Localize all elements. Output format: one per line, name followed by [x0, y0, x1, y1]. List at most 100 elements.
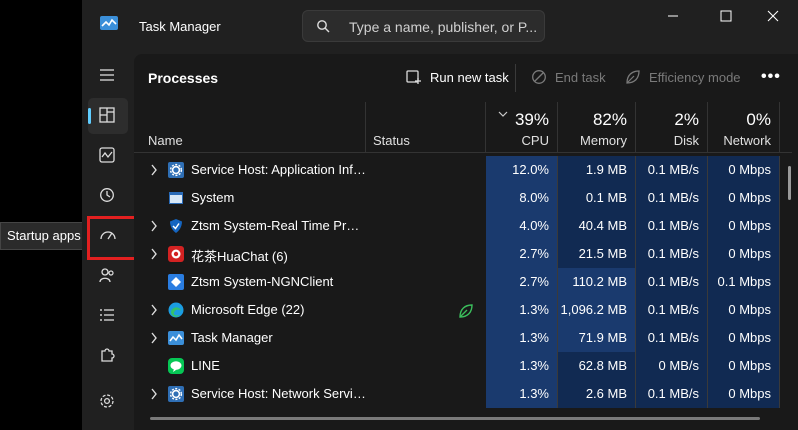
process-name: Microsoft Edge (22)	[191, 302, 305, 317]
column-label-name: Name	[148, 133, 183, 148]
sidebar-item-settings[interactable]	[88, 384, 128, 420]
minimize-button[interactable]	[658, 8, 688, 24]
process-row[interactable]: Service Host: Network Service 1.3% 2.6 MB 0…	[134, 380, 792, 408]
process-row[interactable]: 花茶HuaChat (6) 2.7% 21.5 MB 0.1 MB/s 0 Mbps	[134, 240, 792, 268]
network-cell: 0 Mbps	[708, 212, 780, 240]
diamond-icon	[168, 274, 184, 290]
end-task-label: End task	[555, 70, 606, 85]
search-input[interactable]: Type a name, publisher, or P...	[302, 10, 545, 42]
disk-cell: 0.1 MB/s	[636, 156, 708, 184]
network-cell: 0 Mbps	[708, 240, 780, 268]
performance-icon	[99, 147, 115, 163]
network-cell: 0 Mbps	[708, 296, 780, 324]
search-placeholder: Type a name, publisher, or P...	[349, 19, 538, 35]
disk-percent: 2%	[674, 110, 699, 129]
process-row[interactable]: Ztsm System-Real Time Prote... 4.0% 40.4 M…	[134, 212, 792, 240]
process-row[interactable]: System 8.0% 0.1 MB 0.1 MB/s 0 Mbps	[134, 184, 792, 212]
column-header-memory[interactable]: 82% Memory	[558, 102, 636, 152]
sidebar-item-users[interactable]	[88, 258, 128, 294]
close-button[interactable]	[758, 8, 788, 24]
column-label-status: Status	[373, 133, 410, 148]
column-header-cpu[interactable]: 39% CPU	[486, 102, 558, 152]
memory-cell: 0.1 MB	[558, 184, 636, 212]
expand-chevron-icon[interactable]	[150, 164, 158, 179]
cpu-cell: 1.3%	[486, 352, 558, 380]
cpu-cell: 4.0%	[486, 212, 558, 240]
gear-icon	[168, 386, 184, 402]
column-header-status[interactable]: Status	[366, 102, 486, 152]
cpu-cell: 12.0%	[486, 156, 558, 184]
disk-cell: 0.1 MB/s	[636, 240, 708, 268]
expand-chevron-icon[interactable]	[150, 220, 158, 235]
task-manager-icon	[168, 330, 184, 346]
search-icon	[317, 20, 330, 33]
gear-icon	[168, 162, 184, 178]
process-name: LINE	[191, 358, 220, 373]
startup-apps-tooltip: Startup apps	[0, 222, 82, 250]
disk-cell: 0.1 MB/s	[636, 324, 708, 352]
memory-cell: 21.5 MB	[558, 240, 636, 268]
sidebar-item-processes[interactable]	[88, 98, 128, 134]
expand-chevron-icon[interactable]	[150, 304, 158, 319]
puzzle-icon	[101, 348, 115, 362]
process-row[interactable]: Ztsm System-NGNClient 2.7% 110.2 MB 0.1 MB/…	[134, 268, 792, 296]
sidebar-item-startup-apps[interactable]	[87, 216, 139, 260]
process-row[interactable]: Task Manager 1.3% 71.9 MB 0.1 MB/s 0 Mbps	[134, 324, 792, 352]
column-label-memory: Memory	[580, 133, 627, 148]
window-icon	[168, 190, 184, 206]
network-percent: 0%	[746, 110, 771, 129]
network-cell: 0 Mbps	[708, 352, 780, 380]
efficiency-leaf-icon	[458, 303, 474, 322]
column-header-network[interactable]: 0% Network	[708, 102, 780, 152]
history-icon	[100, 188, 114, 202]
process-name: System	[191, 190, 235, 205]
process-row[interactable]: LINE 1.3% 62.8 MB 0 MB/s 0 Mbps	[134, 352, 792, 380]
end-task-icon	[532, 70, 546, 84]
memory-cell: 71.9 MB	[558, 324, 636, 352]
memory-percent: 82%	[592, 110, 627, 129]
header-divider	[134, 152, 792, 153]
cpu-cell: 2.7%	[486, 268, 558, 296]
process-row[interactable]: Microsoft Edge (22) 1.3% 1,096.2 MB 0.1 MB/…	[134, 296, 792, 324]
column-label-cpu: CPU	[521, 133, 549, 148]
expand-chevron-icon[interactable]	[150, 332, 158, 347]
expand-chevron-icon[interactable]	[150, 388, 158, 403]
column-header-disk[interactable]: 2% Disk	[636, 102, 708, 152]
edge-icon	[168, 302, 184, 318]
column-label-disk: Disk	[673, 133, 699, 148]
more-options-button[interactable]: •••	[761, 68, 781, 86]
network-cell: 0.1 Mbps	[708, 268, 780, 296]
command-bar: Processes Run new task End task Efficien…	[134, 54, 798, 102]
process-row[interactable]: Service Host: Application Infor... 12.0% 1…	[134, 156, 792, 184]
cpu-percent: 39%	[514, 110, 549, 129]
process-name: Ztsm System-NGNClient	[191, 274, 334, 289]
memory-cell: 62.8 MB	[558, 352, 636, 380]
sidebar-item-services[interactable]	[88, 338, 128, 374]
network-cell: 0 Mbps	[708, 324, 780, 352]
horizontal-scrollbar[interactable]	[150, 417, 760, 420]
leaf-icon	[626, 70, 640, 84]
disk-cell: 0.1 MB/s	[636, 380, 708, 408]
sidebar-item-performance[interactable]	[88, 138, 128, 174]
memory-cell: 110.2 MB	[558, 268, 636, 296]
cpu-cell: 1.3%	[486, 380, 558, 408]
column-header-name[interactable]: Name	[134, 102, 366, 152]
highlight-box	[87, 216, 139, 260]
column-label-network: Network	[723, 133, 771, 148]
hamburger-menu-button[interactable]	[88, 58, 128, 94]
cpu-cell: 8.0%	[486, 184, 558, 212]
run-new-task-label: Run new task	[430, 70, 509, 85]
toolbar-divider	[515, 64, 516, 92]
shield-icon	[168, 218, 184, 234]
expand-chevron-icon[interactable]	[150, 248, 158, 263]
process-name: Ztsm System-Real Time Prote...	[191, 218, 366, 233]
maximize-button[interactable]	[711, 8, 741, 24]
vertical-scrollbar[interactable]	[788, 166, 791, 200]
network-cell: 0 Mbps	[708, 156, 780, 184]
task-manager-window: Task Manager Type a name, publisher, or …	[0, 0, 798, 430]
sidebar-item-app-history[interactable]	[88, 178, 128, 214]
disk-cell: 0.1 MB/s	[636, 212, 708, 240]
sidebar-item-details[interactable]	[88, 298, 128, 334]
active-indicator	[88, 108, 91, 124]
title-bar: Task Manager Type a name, publisher, or …	[82, 0, 798, 54]
